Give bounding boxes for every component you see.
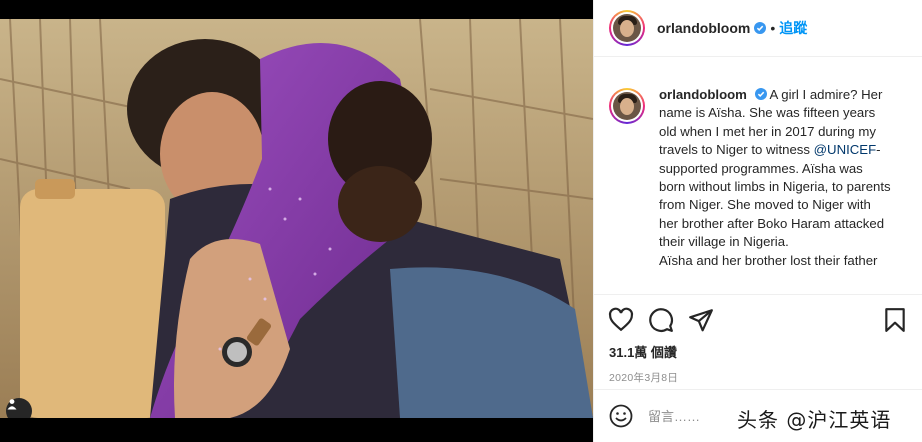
caption-avatar[interactable]	[609, 88, 645, 124]
smiley-icon[interactable]	[609, 404, 633, 428]
user-tag-icon[interactable]	[6, 398, 32, 418]
post-actions: 31.1萬 個讚 2020年3月8日	[594, 294, 922, 385]
likes-count[interactable]: 31.1萬 個讚	[594, 342, 922, 361]
verified-badge-icon	[754, 88, 767, 100]
caption-body-after: -supported programmes. Aïsha was born wi…	[659, 142, 891, 250]
photo-illustration	[0, 19, 593, 418]
caption-area: orlandobloom A girl I admire? Her name i…	[594, 58, 922, 294]
post-photo[interactable]	[0, 19, 593, 418]
post-sidebar: orlandobloom • 追蹤 orlandobloom A girl I …	[593, 0, 922, 442]
paper-plane-icon[interactable]	[688, 307, 714, 333]
avatar[interactable]	[609, 10, 645, 46]
post-header: orlandobloom • 追蹤	[594, 0, 922, 57]
action-icons	[594, 295, 922, 345]
caption-mention-link[interactable]: @UNICEF	[814, 142, 876, 157]
post-media	[0, 0, 593, 442]
caption-body-second: Aïsha and her brother lost their father	[659, 252, 878, 268]
comment-icon[interactable]	[648, 307, 674, 333]
caption-username[interactable]: orlandobloom	[659, 87, 747, 102]
caption-text: orlandobloom A girl I admire? Her name i…	[659, 86, 891, 270]
watermark: 头条 @沪江英语	[737, 408, 892, 432]
header-separator: •	[770, 20, 776, 36]
bookmark-icon[interactable]	[882, 307, 908, 333]
caption: orlandobloom A girl I admire? Her name i…	[609, 86, 906, 270]
verified-badge-icon	[754, 22, 767, 34]
follow-button[interactable]: 追蹤	[779, 18, 807, 38]
header-username[interactable]: orlandobloom	[657, 20, 750, 36]
post-date[interactable]: 2020年3月8日	[594, 370, 922, 385]
heart-icon[interactable]	[608, 307, 634, 333]
